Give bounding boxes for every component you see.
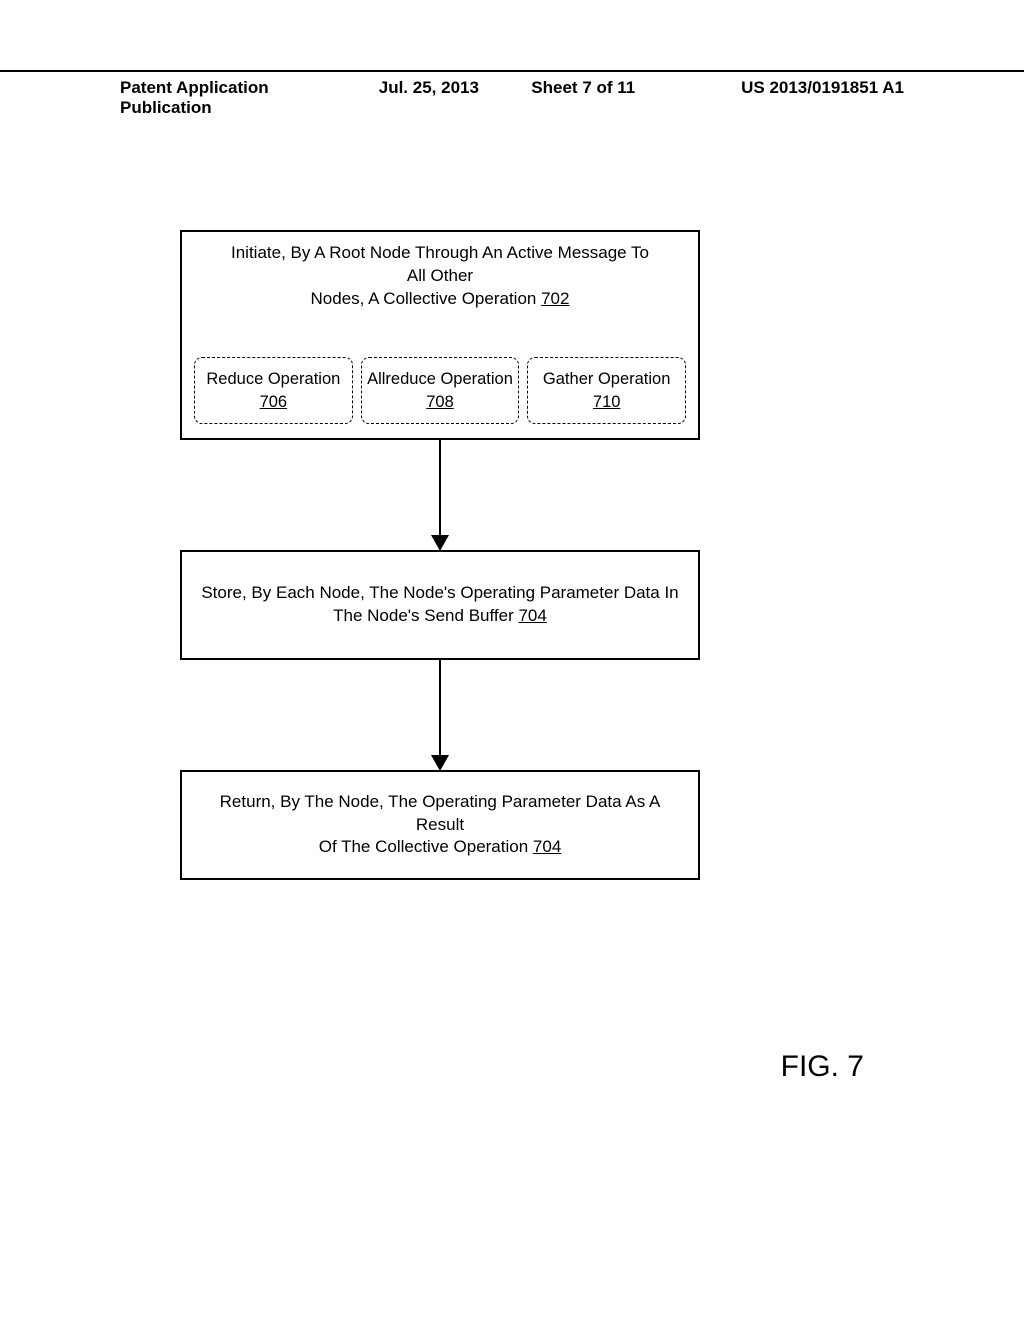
step-store-line1: Store, By Each Node, The Node's Operatin… [201, 583, 678, 602]
flowchart: Initiate, By A Root Node Through An Acti… [180, 230, 700, 880]
header-pubno: US 2013/0191851 A1 [666, 78, 904, 118]
gather-ref: 710 [593, 393, 621, 411]
step-return: Return, By The Node, The Operating Param… [180, 770, 700, 880]
step-initiate: Initiate, By A Root Node Through An Acti… [180, 230, 700, 440]
step-initiate-line1: Initiate, By A Root Node Through An Acti… [231, 243, 649, 285]
gather-label: Gather Operation [543, 370, 671, 388]
step-return-ref: 704 [533, 837, 561, 856]
figure-label: FIG. 7 [781, 1050, 864, 1084]
header-date: Jul. 25, 2013 [358, 78, 501, 118]
header-sheet: Sheet 7 of 11 [500, 78, 666, 118]
header-publication: Patent Application Publication [120, 78, 358, 118]
step-initiate-line2: Nodes, A Collective Operation [311, 289, 542, 308]
allreduce-label: Allreduce Operation [367, 370, 513, 388]
operation-options: Reduce Operation 706 Allreduce Operation… [194, 357, 686, 424]
arrow-2 [180, 660, 700, 770]
allreduce-operation: Allreduce Operation 708 [361, 357, 520, 424]
step-return-line1: Return, By The Node, The Operating Param… [220, 792, 661, 834]
gather-operation: Gather Operation 710 [527, 357, 686, 424]
reduce-operation: Reduce Operation 706 [194, 357, 353, 424]
step-store-line2: The Node's Send Buffer [333, 606, 518, 625]
reduce-label: Reduce Operation [206, 370, 340, 388]
step-store: Store, By Each Node, The Node's Operatin… [180, 550, 700, 660]
reduce-ref: 706 [260, 393, 288, 411]
step-initiate-ref: 702 [541, 289, 569, 308]
page-header: Patent Application Publication Jul. 25, … [0, 70, 1024, 118]
allreduce-ref: 708 [426, 393, 454, 411]
arrow-1 [180, 440, 700, 550]
step-return-line2: Of The Collective Operation [319, 837, 533, 856]
step-store-ref: 704 [518, 606, 546, 625]
